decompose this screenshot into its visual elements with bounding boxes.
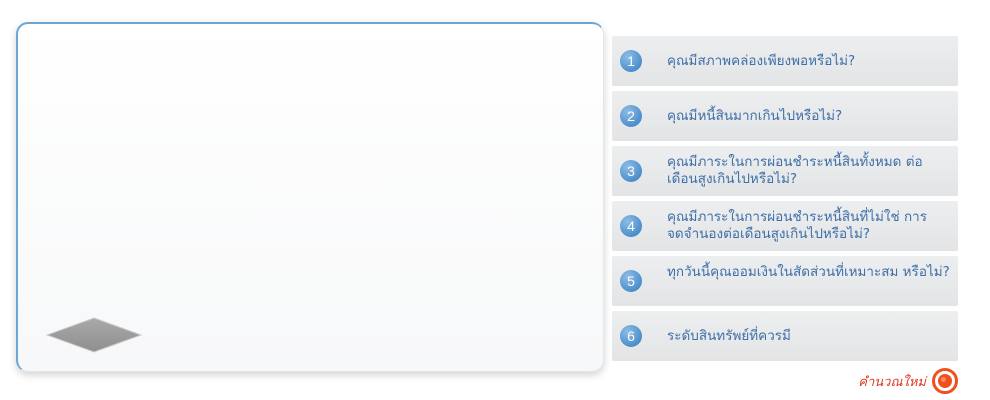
question-item-2[interactable]: 2 คุณมีหนี้สินมากเกินไปหรือไม่? — [612, 91, 958, 141]
target-icon[interactable] — [932, 368, 958, 394]
question-item-1[interactable]: 1 คุณมีสภาพคล่องเพียงพอหรือไม่? — [612, 36, 958, 86]
question-number-badge: 5 — [620, 270, 642, 292]
question-item-6[interactable]: 6 ระดับสินทรัพย์ที่ควรมี — [612, 311, 958, 361]
question-text: คุณมีภาระในการผ่อนชำระหนี้สินที่ไม่ใช่ ก… — [667, 209, 927, 242]
recalculate-label: คำนวณใหม่ — [858, 374, 926, 390]
question-text: ทุกวันนี้คุณออมเงินในสัดส่วนที่เหมาะสม ห… — [667, 264, 950, 280]
question-number-badge: 6 — [620, 325, 642, 347]
recalculate-link[interactable]: คำนวณใหม่ — [858, 368, 958, 394]
question-text: คุณมีสภาพคล่องเพียงพอหรือไม่? — [667, 53, 856, 69]
question-item-3[interactable]: 3 คุณมีภาระในการผ่อนชำระหนี้สินทั้งหมด ต… — [612, 146, 958, 196]
question-text: คุณมีหนี้สินมากเกินไปหรือไม่? — [667, 108, 843, 124]
placeholder-diamond-icon — [46, 317, 142, 353]
question-number-badge: 2 — [620, 105, 642, 127]
question-text: คุณมีภาระในการผ่อนชำระหนี้สินทั้งหมด ต่อ… — [667, 154, 923, 187]
question-number-badge: 3 — [620, 160, 642, 182]
question-text: ระดับสินทรัพย์ที่ควรมี — [667, 328, 791, 344]
question-number-badge: 4 — [620, 215, 642, 237]
question-item-4[interactable]: 4 คุณมีภาระในการผ่อนชำระหนี้สินที่ไม่ใช่… — [612, 201, 958, 251]
content-panel — [16, 22, 604, 372]
question-item-5[interactable]: 5 ทุกวันนี้คุณออมเงินในสัดส่วนที่เหมาะสม… — [612, 256, 958, 306]
question-number-badge: 1 — [620, 50, 642, 72]
